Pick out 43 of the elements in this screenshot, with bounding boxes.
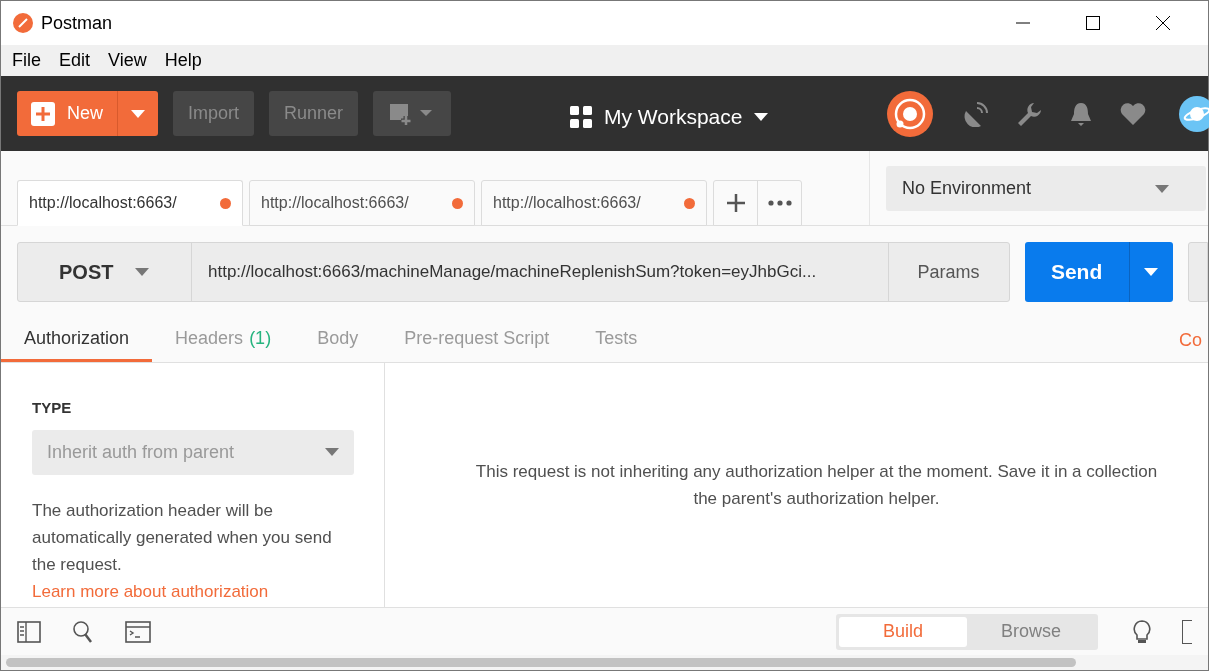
request-tab[interactable]: http://localhost:6663/ bbox=[481, 180, 707, 226]
app-logo-icon bbox=[13, 13, 33, 33]
panel-icon[interactable] bbox=[1182, 619, 1192, 644]
avatar-planet-icon[interactable] bbox=[1179, 96, 1209, 132]
request-tab[interactable]: http://localhost:6663/ bbox=[249, 180, 475, 226]
menu-item[interactable]: Edit bbox=[50, 47, 100, 74]
caret-icon bbox=[754, 112, 769, 121]
method-dropdown[interactable]: POST bbox=[18, 243, 192, 301]
plus-icon bbox=[726, 194, 745, 212]
heart-icon[interactable] bbox=[1120, 102, 1146, 126]
params-button[interactable]: Params bbox=[888, 243, 1009, 301]
caret-icon bbox=[131, 109, 145, 118]
sidebar-toggle-icon[interactable] bbox=[17, 620, 41, 643]
request-tab[interactable]: http://localhost:6663/ bbox=[17, 180, 243, 226]
window-plus-icon bbox=[390, 102, 435, 125]
wrench-icon[interactable] bbox=[1016, 101, 1042, 127]
lightbulb-icon[interactable] bbox=[1132, 618, 1152, 645]
caret-icon bbox=[1144, 268, 1159, 276]
auth-message-line: This request is not inheriting any authorization helper at the moment. Save it in a collection bbox=[475, 461, 1158, 483]
workspace-selector[interactable]: My Workspace bbox=[570, 101, 769, 133]
sync-icon[interactable] bbox=[887, 91, 933, 137]
auth-message-line: the parent's authorization helper. bbox=[693, 488, 940, 510]
grid-icon bbox=[570, 105, 592, 128]
menu-item[interactable]: Help bbox=[155, 47, 211, 74]
bell-icon[interactable] bbox=[1069, 101, 1093, 127]
satellite-dish-icon[interactable] bbox=[963, 101, 989, 127]
more-icon bbox=[767, 200, 792, 206]
url-field[interactable]: http://localhost:6663/machineManage/machineReplenishSum?token=eyJhbGci... bbox=[192, 243, 889, 301]
caret-icon bbox=[1155, 184, 1170, 193]
search-icon[interactable] bbox=[72, 619, 94, 644]
new-window-button[interactable] bbox=[373, 91, 452, 136]
plus-icon bbox=[31, 101, 55, 126]
mode-toggle[interactable]: Browse bbox=[967, 616, 1095, 647]
menu-item[interactable]: View bbox=[99, 47, 156, 74]
environment-dropdown[interactable]: No Environment bbox=[886, 166, 1206, 211]
window-title: Postman bbox=[41, 11, 113, 35]
console-icon[interactable] bbox=[125, 620, 151, 643]
auth-description: The authorization header will be automatically generated when you send the request. Learn more about authorization bbox=[32, 499, 333, 603]
type-label: TYPE bbox=[32, 398, 73, 418]
caret-icon bbox=[135, 268, 150, 276]
scrollbar-thumb[interactable] bbox=[6, 658, 1076, 667]
menu-item[interactable]: File bbox=[3, 47, 50, 74]
caret-icon bbox=[325, 448, 339, 456]
